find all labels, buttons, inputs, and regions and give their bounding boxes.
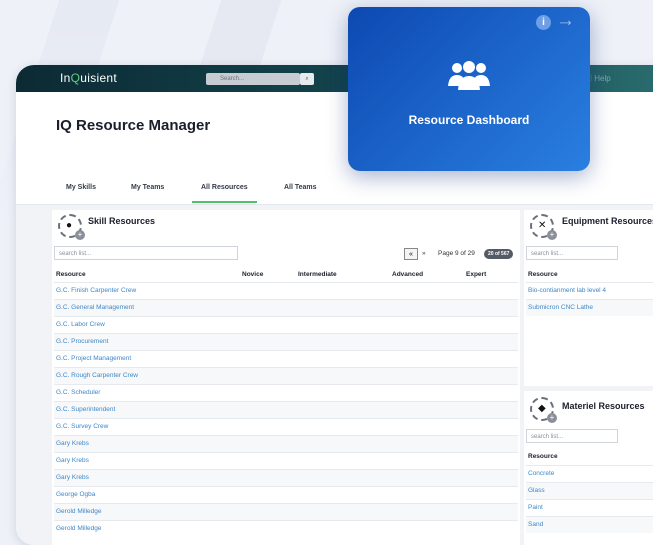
skill-panel-title: Skill Resources [88,216,156,226]
person-icon: ● [66,220,73,231]
column-resource[interactable]: Resource [56,271,86,278]
equipment-resources-panel: ✕ + Equipment Resources search list... Re… [524,210,653,386]
team-icon [448,61,490,90]
equipment-row[interactable]: Submicron CNC Lathe [526,299,653,316]
skill-row[interactable]: G.C. Procurement [54,333,518,350]
tab-my-teams[interactable]: My Teams [131,184,164,191]
page-indicator: Page 9 of 29 [438,250,475,257]
materiel-resources-panel: ◆ + Materiel Resources search list... Res… [524,391,653,545]
materiel-row[interactable]: Glass [526,482,653,499]
tab-my-skills[interactable]: My Skills [66,184,96,191]
tab-bar: My Skills My Teams All Resources All Tea… [16,171,653,205]
equipment-panel-title: Equipment Resources [562,216,653,226]
plus-icon[interactable]: + [547,413,557,423]
skill-row[interactable]: G.C. Survey Crew [54,418,518,435]
materiel-gear-icon: ◆ + [530,397,557,423]
content-area: ● + Skill Resources search list... « » Pa… [16,205,653,545]
skill-row[interactable]: George Ogba [54,486,518,503]
prev-page-button[interactable]: « [404,248,418,260]
skill-row[interactable]: G.C. Project Management [54,350,518,367]
equipment-gear-icon: ✕ + [530,214,557,240]
skill-row[interactable]: Gary Krebs [54,452,518,469]
count-badge: 20 of 567 [484,249,514,259]
materiel-row[interactable]: Paint [526,499,653,516]
materiel-panel-title: Materiel Resources [562,401,645,411]
tab-all-teams[interactable]: All Teams [284,184,317,191]
materiel-search-input[interactable]: search list... [526,429,618,443]
column-expert[interactable]: Expert [466,271,486,278]
plus-icon[interactable]: + [547,230,557,240]
app-logo[interactable]: InQuisient [60,71,117,85]
equipment-search-input[interactable]: search list... [526,246,618,260]
equipment-row[interactable]: Bio-contianment lab level 4 [526,282,653,299]
global-search-input[interactable]: Search... [206,73,300,85]
skill-row[interactable]: Gary Krebs [54,469,518,486]
skill-search-input[interactable]: search list... [54,246,238,260]
skill-row[interactable]: Gerold Milledge [54,520,518,537]
info-icon[interactable]: i [536,15,551,30]
wheelbarrow-icon: ◆ [538,403,546,414]
skill-row[interactable]: Gerold Milledge [54,503,518,520]
plus-icon[interactable]: + [75,230,85,240]
materiel-row[interactable]: Concrete [526,465,653,482]
resource-dashboard-card[interactable]: i → Resource Dashboard [348,7,590,171]
materiel-row[interactable]: Sand [526,516,653,533]
page-title: IQ Resource Manager [56,117,211,134]
column-novice[interactable]: Novice [242,271,263,278]
search-icon[interactable]: ⌕ [300,73,314,85]
next-page-icon[interactable]: » [422,250,426,257]
arrow-right-icon[interactable]: → [556,10,575,32]
tab-all-resources[interactable]: All Resources [192,184,257,203]
skill-gear-icon: ● + [58,214,85,240]
skill-row[interactable]: G.C. Rough Carpenter Crew [54,367,518,384]
skill-row[interactable]: G.C. Labor Crew [54,316,518,333]
skill-row[interactable]: G.C. Finish Carpenter Crew [54,282,518,299]
materiel-column-resource[interactable]: Resource [528,453,558,460]
skill-row[interactable]: G.C. Scheduler [54,384,518,401]
tools-icon: ✕ [538,220,547,231]
skill-resources-panel: ● + Skill Resources search list... « » Pa… [52,210,520,545]
equipment-column-resource[interactable]: Resource [528,271,558,278]
resource-dashboard-title: Resource Dashboard [408,113,530,127]
column-intermediate[interactable]: Intermediate [298,271,337,278]
skill-row[interactable]: G.C. General Management [54,299,518,316]
column-advanced[interactable]: Advanced [392,271,423,278]
skill-row[interactable]: G.C. Superintendent [54,401,518,418]
skill-row[interactable]: Gary Krebs [54,435,518,452]
